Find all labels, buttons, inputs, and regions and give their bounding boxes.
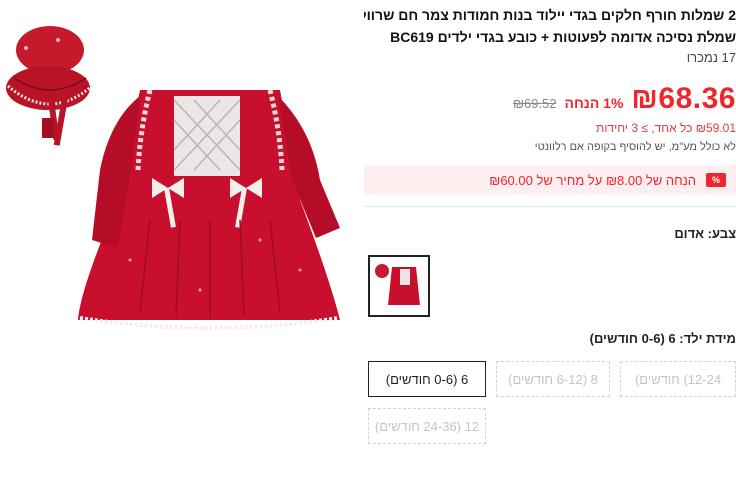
product-info-panel: 2 שמלות חורף חלקים בגדי יילוד בנות חמודו…	[364, 0, 736, 500]
swatch-thumbnail-icon	[375, 264, 420, 305]
tax-note: לא כולל מע"מ, יש להוסיף בקופה אם רלוונטי	[534, 141, 736, 153]
product-title-line-2: שמלת נסיכה אדומה לפעוטות + כובע בגדי ילד…	[390, 29, 736, 45]
bonnet-hat	[6, 26, 93, 146]
discount-badge: 1% הנחה	[564, 95, 624, 111]
color-swatch-red[interactable]	[368, 255, 430, 317]
color-label: צבע: אדום	[674, 226, 736, 241]
size-option-6-12-months[interactable]: 8 (6-12 חודשים)	[496, 361, 610, 397]
original-price: ₪69.52	[512, 96, 557, 111]
size-option-0-6-months[interactable]: 6 (0-6 חודשים)	[368, 361, 486, 397]
sold-count: 17 נמכרו	[686, 50, 736, 65]
size-option-24-36-months[interactable]: 12 (24-36 חודשים)	[368, 408, 486, 444]
section-divider	[364, 206, 736, 207]
bulk-price-note: ₪59.01 כל אחד, ≥ 3 יחידות	[596, 121, 736, 135]
product-image[interactable]	[0, 0, 360, 500]
size-option-12-24-months[interactable]: 12-24) חודשים)	[620, 361, 736, 397]
coupon-banner[interactable]: % הנחה של ₪8.00 על מחיר של ₪60.00	[364, 165, 736, 195]
red-dress	[78, 89, 340, 330]
coupon-text: הנחה של ₪8.00 על מחיר של ₪60.00	[489, 172, 696, 188]
red-dress-with-hat-illustration	[6, 26, 340, 330]
product-title-line-1: 2 שמלות חורף חלקים בגדי יילוד בנות חמודו…	[364, 7, 736, 23]
coupon-percent-icon: %	[706, 173, 726, 187]
price-row: ₪68.36 1% הנחה ₪69.52	[513, 82, 736, 116]
current-price: ₪68.36	[631, 82, 736, 115]
size-label: מידת ילד: 6 (0-6 חודשים)	[589, 331, 736, 346]
product-title: 2 שמלות חורף חלקים בגדי יילוד בנות חמודו…	[364, 4, 736, 48]
